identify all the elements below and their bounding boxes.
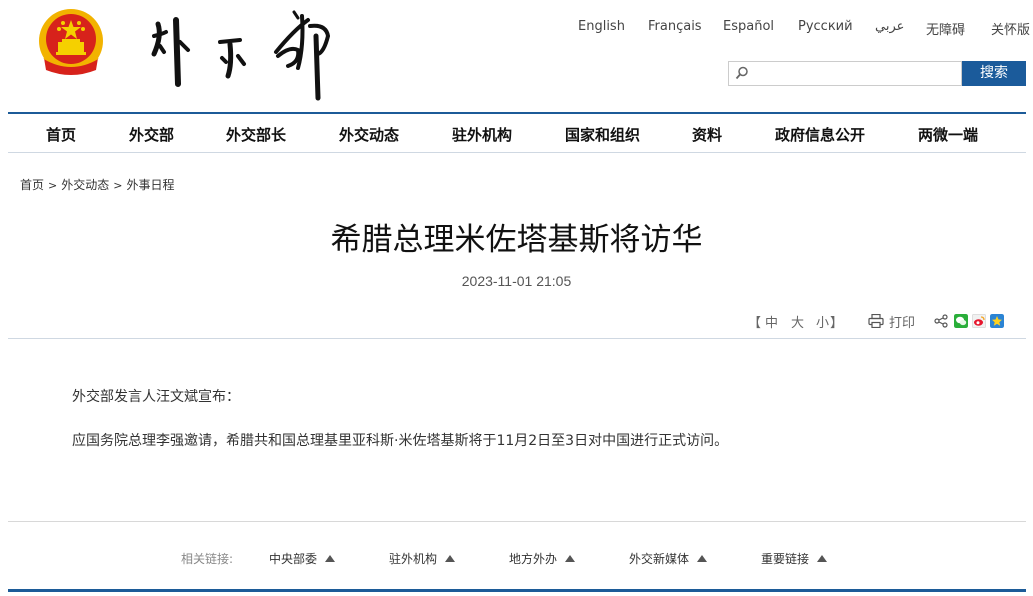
- nav-item-countries-orgs[interactable]: 国家和组织: [565, 124, 640, 145]
- printer-icon[interactable]: [868, 314, 884, 328]
- footer-bottom-border: [8, 589, 1026, 592]
- related-link-local-foreign-offices[interactable]: 地方外办: [509, 550, 576, 567]
- print-button[interactable]: 打印: [889, 312, 915, 331]
- breadcrumb: 首页 > 外交动态 > 外事日程: [20, 176, 174, 193]
- search-box: [728, 61, 962, 86]
- related-link-label: 驻外机构: [389, 552, 438, 566]
- related-link-label: 地方外办: [509, 552, 558, 566]
- nav-item-ministry[interactable]: 外交部: [129, 124, 174, 145]
- related-link-new-media[interactable]: 外交新媒体: [629, 550, 708, 567]
- triangle-up-icon: [565, 555, 576, 562]
- related-link-label: 外交新媒体: [629, 552, 690, 566]
- triangle-up-icon: [817, 555, 828, 562]
- nav-item-missions-abroad[interactable]: 驻外机构: [452, 124, 512, 145]
- search-input[interactable]: [753, 64, 957, 84]
- nav-item-resources[interactable]: 资料: [692, 124, 722, 145]
- breadcrumb-separator-icon: >: [48, 179, 58, 192]
- font-size-bracket-close: 】: [830, 316, 844, 331]
- article-paragraph: 应国务院总理李强邀请，希腊共和国总理基里亚科斯·米佐塔基斯将于11月2日至3日对…: [72, 433, 729, 449]
- tools-divider: [8, 338, 1026, 339]
- lang-english-link[interactable]: English: [578, 19, 625, 34]
- triangle-up-icon: [445, 555, 456, 562]
- related-link-label: 中央部委: [269, 552, 318, 566]
- search-bar: 搜索: [728, 61, 1026, 86]
- main-nav: 首页 外交部 外交部长 外交动态 驻外机构 国家和组织 资料 政府信息公开 两微…: [8, 114, 1026, 152]
- accessibility-link[interactable]: 无障碍: [926, 19, 965, 38]
- triangle-up-icon: [325, 555, 336, 562]
- elder-mode-link[interactable]: 关怀版: [991, 19, 1030, 38]
- search-button[interactable]: 搜索: [962, 61, 1026, 86]
- article-tools: 【 中 大 小 】 打印: [740, 312, 1030, 332]
- lang-arabic-link[interactable]: عربي: [875, 19, 904, 34]
- share-icon[interactable]: [934, 314, 948, 328]
- related-link-central-ministries[interactable]: 中央部委: [269, 550, 336, 567]
- font-size-large-button[interactable]: 中: [765, 312, 778, 331]
- breadcrumb-home[interactable]: 首页: [20, 178, 44, 192]
- font-size-bracket-open: 【: [748, 316, 762, 331]
- article-paragraph: 外交部发言人汪文斌宣布：: [72, 389, 240, 405]
- nav-bottom-border: [8, 152, 1026, 153]
- lang-spanish-link[interactable]: Español: [723, 19, 774, 34]
- nav-item-weibo-wechat-app[interactable]: 两微一端: [918, 124, 978, 145]
- nav-item-minister[interactable]: 外交部长: [226, 124, 286, 145]
- related-links-label: 相关链接:: [181, 552, 234, 566]
- breadcrumb-foreign-affairs-schedule[interactable]: 外事日程: [126, 178, 174, 192]
- lang-russian-link[interactable]: Русский: [798, 19, 853, 34]
- breadcrumb-diplomatic-news[interactable]: 外交动态: [61, 178, 109, 192]
- font-size-medium-button[interactable]: 大: [791, 312, 804, 331]
- triangle-up-icon: [697, 555, 708, 562]
- search-icon: [735, 66, 748, 80]
- national-emblem-icon: [39, 9, 103, 75]
- qzone-icon[interactable]: [990, 314, 1004, 328]
- related-link-missions-abroad[interactable]: 驻外机构: [389, 550, 456, 567]
- nav-item-diplomatic-news[interactable]: 外交动态: [339, 124, 399, 145]
- nav-item-gov-info[interactable]: 政府信息公开: [775, 124, 865, 145]
- language-switcher: English Français Español Русский عربي 无障…: [578, 19, 1033, 38]
- nav-item-home[interactable]: 首页: [46, 124, 76, 145]
- font-size-small-button[interactable]: 小: [816, 312, 829, 331]
- breadcrumb-separator-icon: >: [113, 179, 123, 192]
- wechat-icon[interactable]: [954, 314, 968, 328]
- article-date: 2023-11-01 21:05: [461, 273, 572, 289]
- footer-divider: [8, 521, 1026, 522]
- ministry-calligraphy-logo: [151, 10, 331, 101]
- related-link-label: 重要链接: [761, 552, 810, 566]
- weibo-icon[interactable]: [972, 314, 986, 328]
- article-title: 希腊总理米佐塔基斯将访华: [330, 222, 703, 258]
- lang-french-link[interactable]: Français: [648, 19, 702, 34]
- related-link-important-links[interactable]: 重要链接: [761, 550, 828, 567]
